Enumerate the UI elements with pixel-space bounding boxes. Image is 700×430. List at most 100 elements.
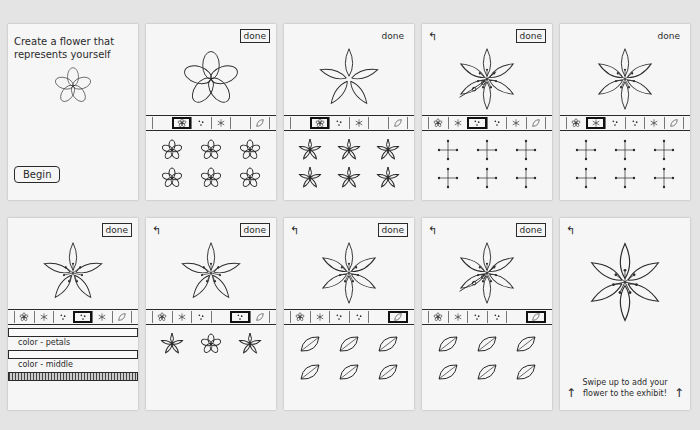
option-item[interactable]	[514, 332, 538, 356]
back-button[interactable]: ↰	[428, 225, 437, 236]
tool-tab[interactable]	[368, 117, 388, 129]
done-button[interactable]: done	[240, 223, 270, 237]
option-item[interactable]	[514, 166, 538, 190]
back-button[interactable]: ↰	[152, 225, 161, 236]
tool-tab[interactable]	[191, 311, 211, 323]
tool-tab[interactable]	[487, 117, 507, 129]
tool-tab[interactable]	[34, 311, 54, 323]
tool-tab[interactable]	[152, 311, 172, 323]
back-button[interactable]: ↰	[290, 225, 299, 236]
tool-tab[interactable]	[566, 117, 586, 129]
done-button[interactable]: done	[516, 223, 546, 237]
option-item[interactable]	[436, 360, 460, 384]
tool-tab[interactable]	[250, 117, 271, 129]
tool-tab[interactable]	[329, 311, 349, 323]
option-item[interactable]	[574, 166, 598, 190]
option-item[interactable]	[160, 138, 184, 162]
tool-tab[interactable]	[14, 311, 34, 323]
option-item[interactable]	[298, 166, 322, 190]
option-item[interactable]	[238, 166, 262, 190]
option-item[interactable]	[160, 166, 184, 190]
tool-tab[interactable]	[329, 117, 349, 129]
tool-tab[interactable]	[625, 117, 645, 129]
option-item[interactable]	[160, 332, 184, 356]
done-button[interactable]: done	[378, 29, 408, 43]
done-button[interactable]: done	[378, 223, 408, 237]
option-item[interactable]	[613, 166, 637, 190]
done-button[interactable]: done	[516, 29, 546, 43]
tool-tab[interactable]	[506, 117, 526, 129]
option-item[interactable]	[238, 138, 262, 162]
option-item[interactable]	[337, 332, 361, 356]
option-item[interactable]	[337, 138, 361, 162]
tool-tab[interactable]	[172, 311, 192, 323]
tool-tab[interactable]	[428, 311, 448, 323]
tool-tab[interactable]	[230, 311, 250, 323]
tool-tab[interactable]	[368, 311, 388, 323]
tool-tab[interactable]	[467, 117, 487, 129]
option-item[interactable]	[514, 360, 538, 384]
done-button[interactable]: done	[654, 29, 684, 43]
tool-tab[interactable]	[644, 117, 664, 129]
option-item[interactable]	[574, 138, 598, 162]
tool-tab[interactable]	[448, 117, 468, 129]
option-item[interactable]	[436, 332, 460, 356]
option-item[interactable]	[475, 360, 499, 384]
option-item[interactable]	[337, 360, 361, 384]
option-item[interactable]	[376, 360, 400, 384]
tool-tab[interactable]	[290, 311, 310, 323]
tool-tab[interactable]	[526, 311, 547, 323]
option-item[interactable]	[652, 138, 676, 162]
option-item[interactable]	[376, 166, 400, 190]
option-item[interactable]	[475, 138, 499, 162]
tool-tab[interactable]	[230, 117, 250, 129]
tool-tab[interactable]	[53, 311, 73, 323]
tool-tab[interactable]	[428, 117, 448, 129]
back-button[interactable]: ↰	[566, 225, 575, 236]
option-item[interactable]	[298, 332, 322, 356]
tool-tab[interactable]	[310, 311, 330, 323]
tool-tab[interactable]	[526, 117, 547, 129]
option-item[interactable]	[514, 138, 538, 162]
tool-tab[interactable]	[290, 117, 310, 129]
tool-tab[interactable]	[172, 117, 192, 129]
option-item[interactable]	[475, 332, 499, 356]
option-item[interactable]	[238, 332, 262, 356]
option-item[interactable]	[652, 166, 676, 190]
tool-tab[interactable]	[664, 117, 685, 129]
tool-tab[interactable]	[506, 311, 526, 323]
done-button[interactable]: done	[240, 29, 270, 43]
option-item[interactable]	[298, 360, 322, 384]
option-item[interactable]	[475, 166, 499, 190]
option-item[interactable]	[337, 166, 361, 190]
option-item[interactable]	[199, 166, 223, 190]
tool-tab[interactable]	[112, 311, 133, 323]
tool-tab[interactable]	[211, 117, 231, 129]
done-button[interactable]: done	[102, 223, 132, 237]
option-item[interactable]	[436, 138, 460, 162]
back-button[interactable]: ↰	[428, 31, 437, 42]
tool-tab[interactable]	[152, 117, 172, 129]
option-item[interactable]	[298, 138, 322, 162]
option-item[interactable]	[376, 332, 400, 356]
tool-tab[interactable]	[388, 117, 409, 129]
tool-tab[interactable]	[349, 311, 369, 323]
tool-tab[interactable]	[586, 117, 606, 129]
tool-tab[interactable]	[191, 117, 211, 129]
slider-track[interactable]	[8, 328, 138, 337]
option-item[interactable]	[199, 138, 223, 162]
slider-track[interactable]	[8, 372, 138, 381]
tool-tab[interactable]	[349, 117, 369, 129]
tool-tab[interactable]	[73, 311, 93, 323]
tool-tab[interactable]	[605, 117, 625, 129]
tool-tab[interactable]	[448, 311, 468, 323]
tool-tab[interactable]	[310, 117, 330, 129]
tool-tab[interactable]	[250, 311, 271, 323]
begin-button[interactable]: Begin	[14, 166, 60, 183]
option-item[interactable]	[436, 166, 460, 190]
option-item[interactable]	[376, 138, 400, 162]
tool-tab[interactable]	[211, 311, 231, 323]
tool-tab[interactable]	[92, 311, 112, 323]
option-item[interactable]	[199, 332, 223, 356]
option-item[interactable]	[613, 138, 637, 162]
